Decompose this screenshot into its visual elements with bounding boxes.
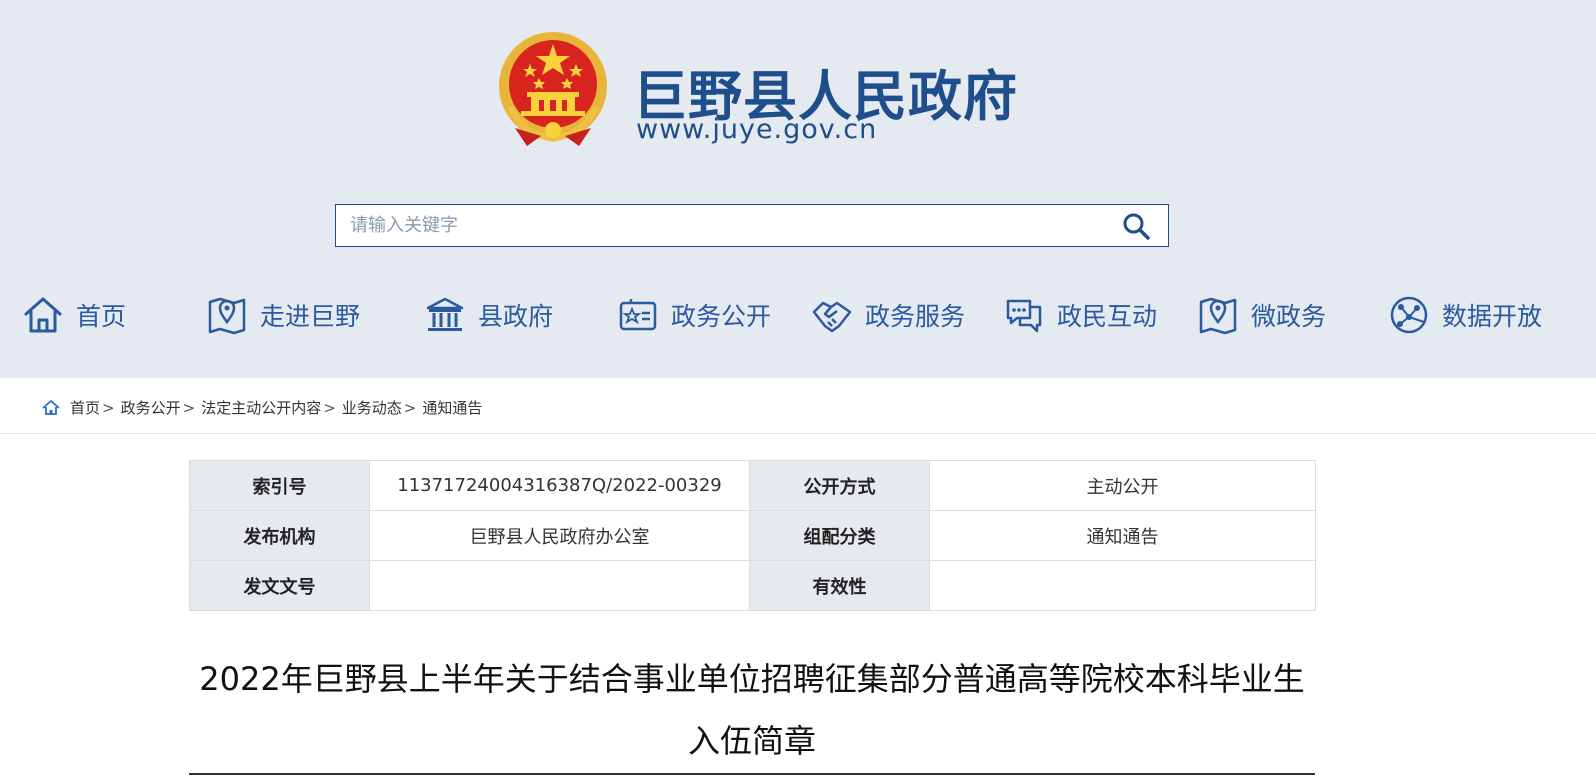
title-divider bbox=[189, 773, 1315, 775]
nav-item-label: 政民互动 bbox=[1057, 302, 1158, 331]
breadcrumb-separator: > bbox=[323, 398, 336, 417]
table-row: 索引号 11371724004316387Q/2022-00329 公开方式 主… bbox=[189, 460, 1316, 511]
home-icon bbox=[42, 399, 60, 415]
issuer-value: 巨野县人民政府办公室 bbox=[369, 510, 750, 561]
validity-label: 有效性 bbox=[749, 560, 930, 611]
breadcrumb-home[interactable]: 首页 bbox=[70, 397, 100, 418]
nav-item-label: 首页 bbox=[76, 302, 127, 331]
breadcrumb-separator: > bbox=[102, 398, 115, 417]
breadcrumb-separator: > bbox=[182, 398, 196, 417]
map-pin-icon bbox=[1199, 297, 1237, 335]
breadcrumb-statutory-disclosure[interactable]: 法定主动公开内容 bbox=[201, 397, 321, 418]
nav-item-gov-services[interactable]: 政务服务 bbox=[811, 285, 965, 345]
nav-item-citizen-interaction[interactable]: 政民互动 bbox=[1003, 285, 1157, 345]
nav-item-home[interactable]: 首页 bbox=[22, 285, 126, 345]
article-title: 2022年巨野县上半年关于结合事业单位招聘征集部分普通高等院校本科毕业生入伍简章 bbox=[199, 660, 1305, 760]
breadcrumb-gov-affairs-disclosure[interactable]: 政务公开 bbox=[121, 397, 181, 418]
government-building-icon bbox=[426, 297, 464, 331]
table-row: 发布机构 巨野县人民政府办公室 组配分类 通知通告 bbox=[189, 510, 1316, 561]
document-metadata-table: 索引号 11371724004316387Q/2022-00329 公开方式 主… bbox=[189, 460, 1316, 611]
chat-bubbles-icon bbox=[1006, 299, 1042, 333]
search-box bbox=[335, 204, 1169, 247]
nav-item-open-data[interactable]: 数据开放 bbox=[1388, 285, 1542, 345]
category-label: 组配分类 bbox=[749, 510, 930, 561]
home-icon bbox=[24, 297, 62, 333]
nav-item-label: 微政务 bbox=[1251, 302, 1327, 331]
document-number-label: 发文文号 bbox=[189, 560, 370, 611]
main-nav: 首页 走进巨野 县政府 政务公开 政务服务 政民互动 微政务 数据开放 bbox=[0, 285, 1596, 345]
breadcrumb-separator: > bbox=[403, 398, 417, 417]
nav-item-about-juye[interactable]: 走进巨野 bbox=[206, 285, 360, 345]
search-input[interactable] bbox=[350, 205, 1090, 246]
index-number-label: 索引号 bbox=[189, 460, 370, 511]
site-header: 巨野县人民政府 www.juye.gov.cn 首页 走进巨野 县政府 政务公开… bbox=[0, 0, 1596, 378]
validity-value bbox=[929, 560, 1316, 611]
table-row: 发文文号 有效性 bbox=[189, 560, 1316, 611]
nav-item-micro-gov[interactable]: 微政务 bbox=[1197, 285, 1326, 345]
breadcrumb: 首页 > 政务公开 > 法定主动公开内容 > 业务动态 > 通知通告 bbox=[42, 397, 482, 418]
category-value: 通知通告 bbox=[929, 510, 1316, 561]
star-card-icon bbox=[619, 299, 657, 331]
handshake-icon bbox=[812, 301, 852, 333]
nav-item-label: 县政府 bbox=[478, 302, 554, 331]
issuer-label: 发布机构 bbox=[189, 510, 370, 561]
nav-item-gov-affairs-disclosure[interactable]: 政务公开 bbox=[617, 285, 771, 345]
disclosure-method-value: 主动公开 bbox=[929, 460, 1316, 511]
breadcrumb-notices[interactable]: 通知通告 bbox=[422, 397, 482, 418]
nav-item-label: 政务服务 bbox=[865, 302, 966, 331]
document-number-value bbox=[369, 560, 750, 611]
map-pin-icon bbox=[208, 297, 246, 335]
site-url[interactable]: www.juye.gov.cn bbox=[636, 114, 877, 145]
nav-item-label: 政务公开 bbox=[671, 302, 772, 331]
index-number-value: 11371724004316387Q/2022-00329 bbox=[369, 460, 750, 511]
breadcrumb-business-news[interactable]: 业务动态 bbox=[342, 397, 402, 418]
nav-item-label: 数据开放 bbox=[1442, 302, 1543, 331]
nav-item-label: 走进巨野 bbox=[260, 302, 361, 331]
disclosure-method-label: 公开方式 bbox=[749, 460, 930, 511]
search-icon[interactable] bbox=[1122, 212, 1150, 240]
national-emblem-icon[interactable] bbox=[497, 30, 609, 148]
globe-network-icon bbox=[1390, 296, 1428, 334]
breadcrumb-bar: 首页 > 政务公开 > 法定主动公开内容 > 业务动态 > 通知通告 bbox=[0, 378, 1596, 434]
nav-item-county-government[interactable]: 县政府 bbox=[424, 285, 553, 345]
